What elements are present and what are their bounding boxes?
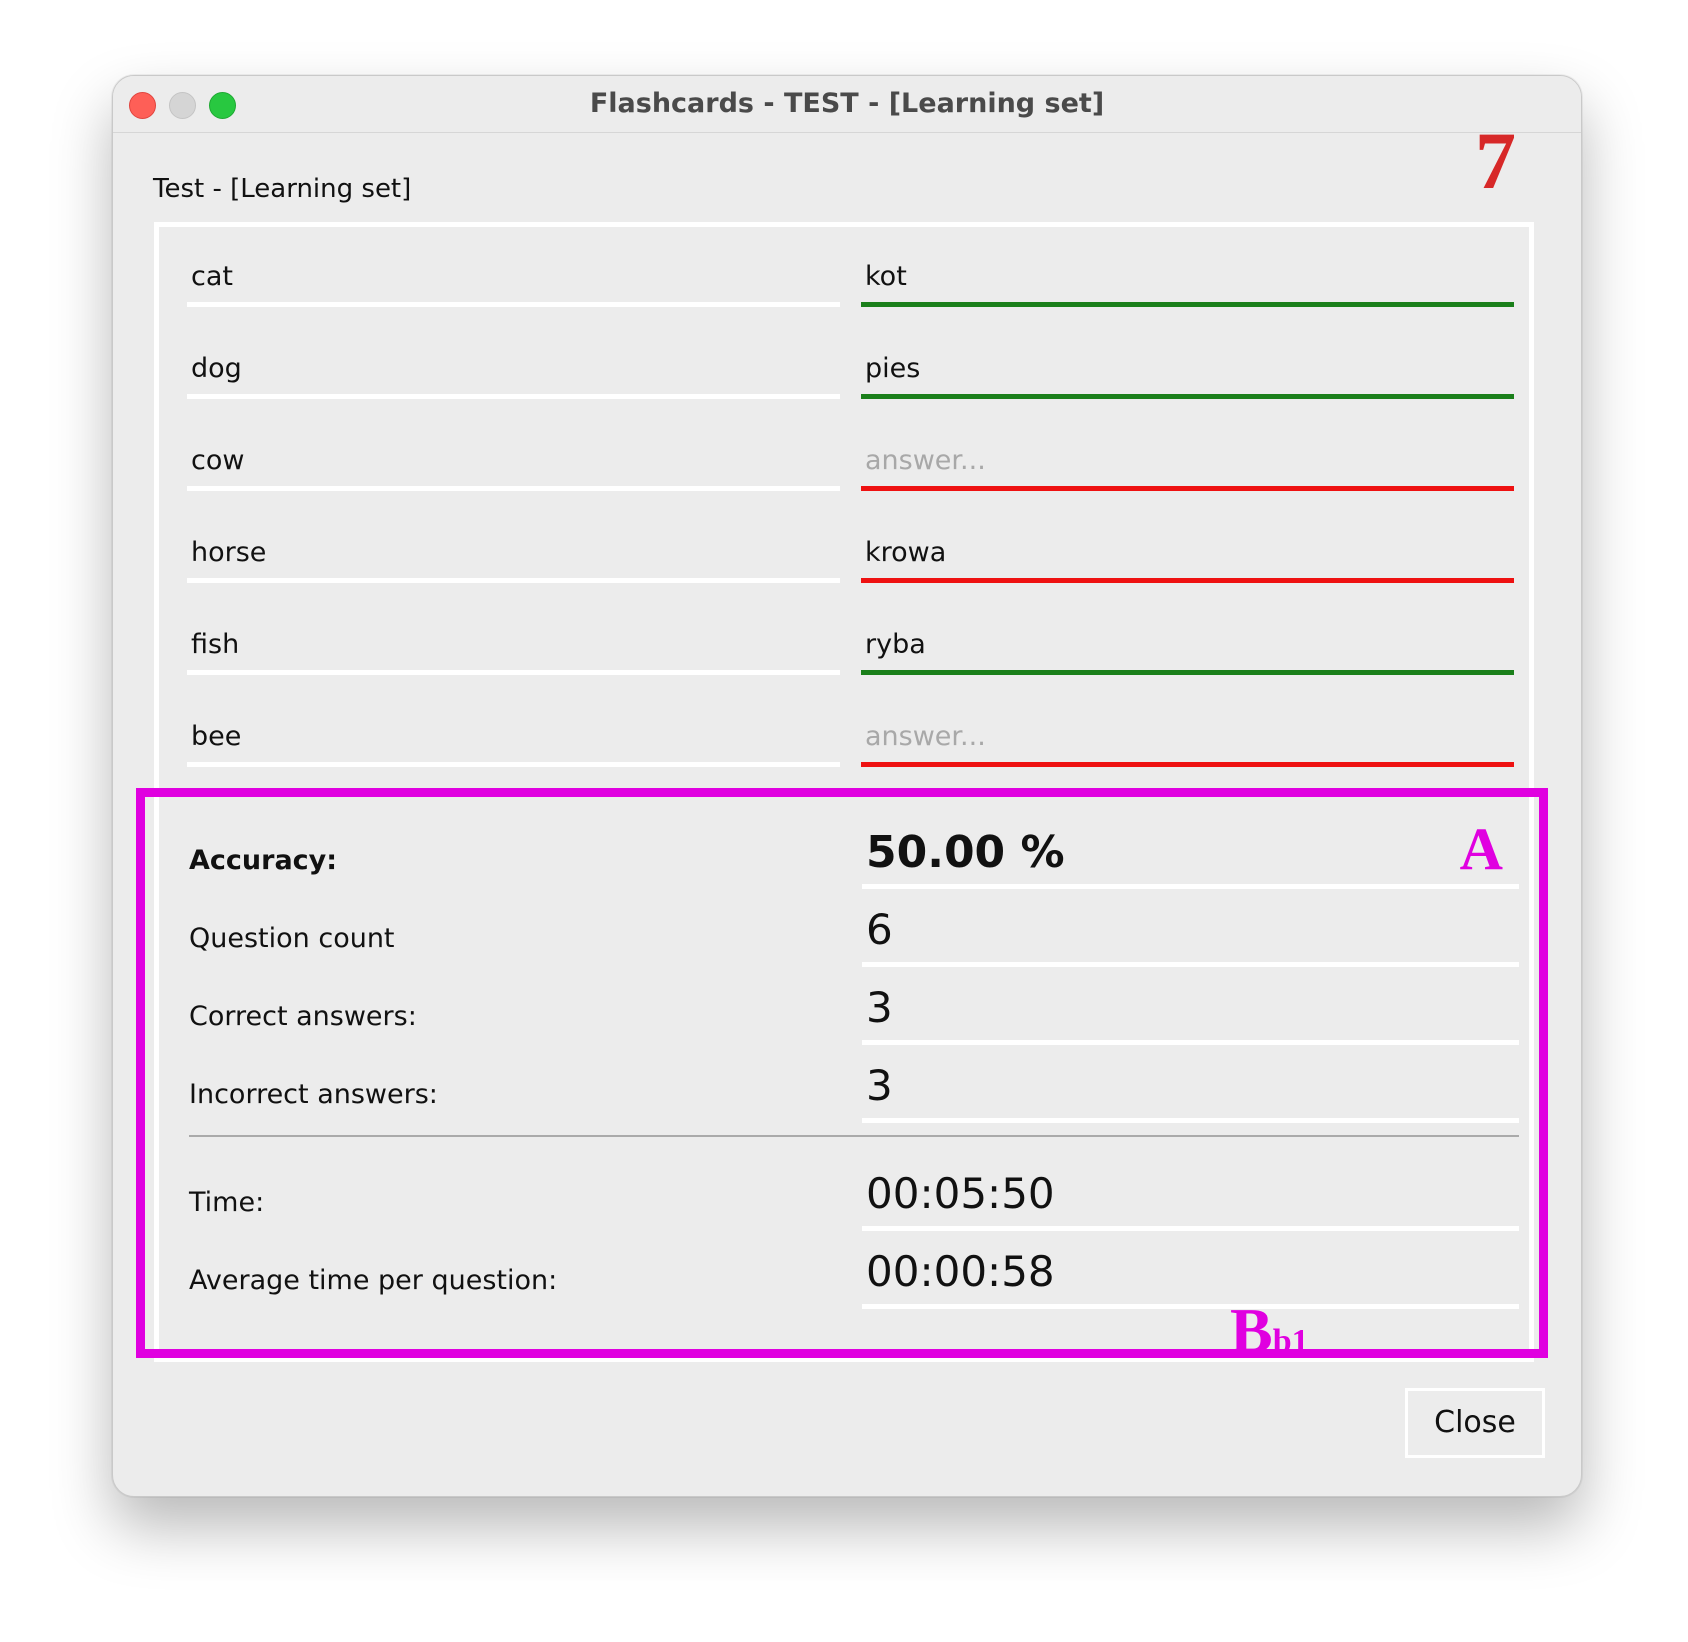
answer-underline-correct: [861, 302, 1514, 307]
term-underline: [187, 670, 840, 675]
term-text: dog: [191, 353, 242, 384]
title-bar: Flashcards - TEST - [Learning set]: [113, 76, 1581, 133]
question-count-label: Question count: [189, 923, 395, 954]
answer-text: pies: [865, 353, 921, 384]
incorrect-answers-underline: [862, 1118, 1519, 1123]
answer-field[interactable]: pies: [861, 339, 1514, 399]
correct-answers-underline: [862, 1040, 1519, 1045]
time-label: Time:: [189, 1187, 265, 1218]
term-text: horse: [191, 537, 267, 568]
answer-text: kot: [865, 261, 907, 292]
stats-row-average-time: Average time per question: 00:00:58: [189, 1239, 1519, 1309]
question-count-field: 6: [862, 897, 1519, 967]
term-underline: [187, 762, 840, 767]
time-field: 00:05:50: [862, 1161, 1519, 1231]
stats-row-correct: Correct answers: 3: [189, 975, 1519, 1045]
incorrect-answers-field: 3: [862, 1053, 1519, 1123]
term-underline: [187, 394, 840, 399]
average-time-field: 00:00:58: [862, 1239, 1519, 1309]
correct-answers-field: 3: [862, 975, 1519, 1045]
answer-field[interactable]: answer...: [861, 431, 1514, 491]
answer-field[interactable]: kot: [861, 247, 1514, 307]
question-row: dog pies: [187, 339, 1515, 399]
stats-row-question-count: Question count 6: [189, 897, 1519, 967]
incorrect-answers-label: Incorrect answers:: [189, 1079, 438, 1110]
test-heading: Test - [Learning set]: [153, 174, 412, 204]
stats-highlight-box: A Accuracy: 50.00 % Question count 6 Cor…: [136, 788, 1548, 1358]
answer-field[interactable]: ryba: [861, 615, 1514, 675]
term-underline: [187, 578, 840, 583]
answer-underline-incorrect: [861, 762, 1514, 767]
average-time-underline: [862, 1304, 1519, 1309]
term-field: cat: [187, 247, 840, 307]
stats-row-accuracy: Accuracy: 50.00 %: [189, 819, 1519, 889]
accuracy-field: 50.00 %: [862, 819, 1519, 889]
term-field: horse: [187, 523, 840, 583]
incorrect-answers-value: 3: [866, 1061, 893, 1110]
term-text: cow: [191, 445, 245, 476]
correct-answers-label: Correct answers:: [189, 1001, 417, 1032]
question-row: cat kot: [187, 247, 1515, 307]
term-field: fish: [187, 615, 840, 675]
average-time-label: Average time per question:: [189, 1265, 558, 1296]
answer-underline-correct: [861, 394, 1514, 399]
answer-placeholder: answer...: [865, 445, 986, 476]
stats-divider: [189, 1135, 1519, 1137]
step-number-annotation: 7: [1475, 115, 1516, 206]
stats-row-time: Time: 00:05:50: [189, 1161, 1519, 1231]
term-underline: [187, 486, 840, 491]
time-value: 00:05:50: [866, 1169, 1055, 1218]
correct-answers-value: 3: [866, 983, 893, 1032]
term-field: dog: [187, 339, 840, 399]
question-count-value: 6: [866, 905, 893, 954]
term-field: cow: [187, 431, 840, 491]
answer-text: krowa: [865, 537, 947, 568]
question-row: cow answer...: [187, 431, 1515, 491]
answer-underline-incorrect: [861, 578, 1514, 583]
accuracy-underline: [862, 884, 1519, 889]
accuracy-label: Accuracy:: [189, 845, 338, 876]
accuracy-value: 50.00 %: [866, 827, 1065, 878]
term-underline: [187, 302, 840, 307]
question-count-underline: [862, 962, 1519, 967]
answer-underline-incorrect: [861, 486, 1514, 491]
question-row: fish ryba: [187, 615, 1515, 675]
time-underline: [862, 1226, 1519, 1231]
stats-row-incorrect: Incorrect answers: 3: [189, 1053, 1519, 1123]
answer-text: ryba: [865, 629, 926, 660]
term-field: bee: [187, 707, 840, 767]
term-text: bee: [191, 721, 242, 752]
answer-placeholder: answer...: [865, 721, 986, 752]
close-annotation-main: B: [1230, 1295, 1273, 1366]
close-annotation-sub: b1: [1272, 1323, 1309, 1360]
close-button[interactable]: Close: [1405, 1388, 1545, 1458]
term-text: fish: [191, 629, 240, 660]
close-button-annotation: Bb1: [1230, 1294, 1309, 1368]
window-title: Flashcards - TEST - [Learning set]: [589, 88, 1105, 119]
answer-field[interactable]: answer...: [861, 707, 1514, 767]
answer-underline-correct: [861, 670, 1514, 675]
answer-field[interactable]: krowa: [861, 523, 1514, 583]
average-time-value: 00:00:58: [866, 1247, 1055, 1296]
question-row: bee answer...: [187, 707, 1515, 767]
term-text: cat: [191, 261, 233, 292]
question-row: horse krowa: [187, 523, 1515, 583]
